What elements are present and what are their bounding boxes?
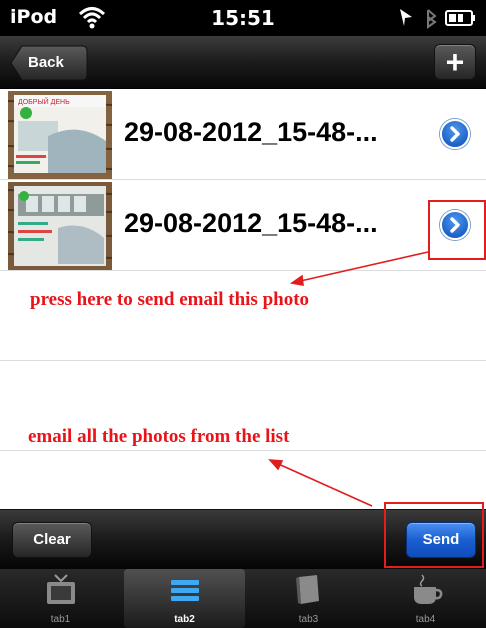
thumbnail-caption: ДОБРЫЙ ДЕНЬ [18,97,70,106]
tab-bar: tab1 tab2 tab3 tab4 [0,569,486,628]
empty-row [0,451,486,509]
list-item[interactable]: 29-08-2012_15-48-... [0,180,486,271]
annotation-highlight-box [384,502,484,568]
back-button[interactable]: Back [10,45,88,81]
tab-1[interactable]: tab1 [0,569,121,628]
clear-button[interactable]: Clear [12,522,92,558]
photo-title: 29-08-2012_15-48-... [124,117,378,147]
tab-2[interactable]: tab2 [124,569,245,628]
bluetooth-icon [427,9,437,29]
status-icons [400,9,475,29]
back-button-label: Back [28,54,64,71]
annotation-send-all: email all the photos from the list [28,426,290,447]
photo-title: 29-08-2012_15-48-... [124,208,378,238]
plus-icon: + [445,44,465,80]
photo-list: ДОБРЫЙ ДЕНЬ 29-08-2012_15-48-... 29-08-2… [0,89,486,509]
battery-icon [445,10,475,26]
empty-row [0,271,486,361]
annotation-send-one: press here to send email this photo [30,289,310,310]
photo-thumbnail [8,182,112,270]
detail-disclosure-button[interactable] [440,119,470,149]
tab-4[interactable]: tab4 [365,569,486,628]
coffee-icon [414,574,443,604]
tv-icon [47,574,75,604]
tab-3[interactable]: tab3 [248,569,369,628]
tab-label: tab2 [174,614,195,625]
tab-label: tab3 [298,614,319,625]
photo-thumbnail: ДОБРЫЙ ДЕНЬ [8,91,112,179]
tab-label: tab4 [415,614,436,625]
location-icon [400,9,412,26]
list-item[interactable]: ДОБРЫЙ ДЕНЬ 29-08-2012_15-48-... [0,89,486,180]
annotation-highlight-box [428,200,486,260]
navigation-bar: Back + [0,36,486,89]
list-icon [171,580,199,601]
status-bar: iPod 15:51 [0,0,486,36]
tab-label: tab1 [50,614,71,625]
book-icon [296,575,319,604]
add-button[interactable]: + [434,44,476,80]
chevron-right-icon [450,126,460,142]
